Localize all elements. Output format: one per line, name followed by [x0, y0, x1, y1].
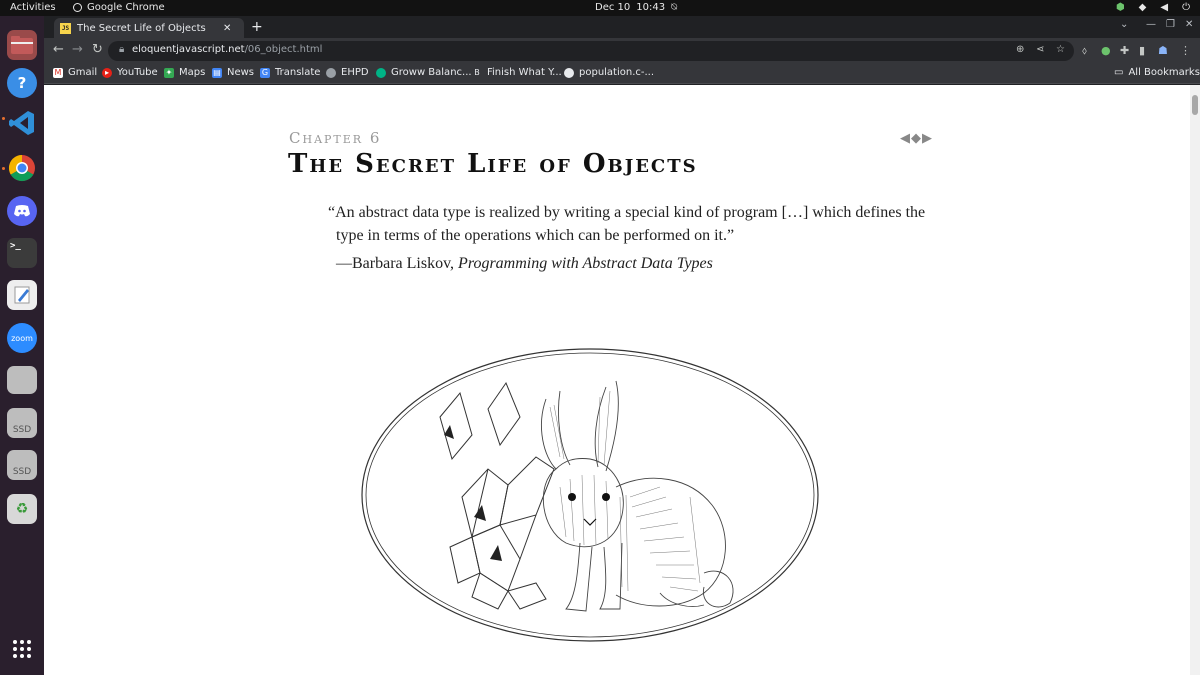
- discord-icon[interactable]: [7, 196, 37, 226]
- ssd-icon[interactable]: SSD: [7, 450, 37, 480]
- contents-icon[interactable]: ◆: [911, 131, 922, 146]
- bookmark-population[interactable]: population.c-...: [564, 67, 654, 78]
- browser-toolbar: ← → ↻ 🔒︎ eloquentjavascript.net/06_objec…: [44, 38, 1200, 64]
- power-icon[interactable]: ⏻: [1182, 2, 1190, 13]
- prev-chapter-icon[interactable]: ◀: [900, 131, 911, 146]
- ssd-icon[interactable]: SSD: [7, 408, 37, 438]
- shield-icon[interactable]: ⬢: [1116, 2, 1125, 13]
- clock-date: Dec 10: [595, 2, 631, 13]
- extension-icon[interactable]: ⬨: [1082, 44, 1087, 58]
- chapter-label: Chapter 6: [289, 129, 382, 147]
- all-bookmarks[interactable]: ▭ All Bookmarks: [1114, 67, 1200, 78]
- tab-favicon: JS: [60, 22, 71, 34]
- bookmark-maps[interactable]: ✦ Maps: [164, 67, 205, 78]
- files-icon[interactable]: [7, 30, 37, 60]
- news-icon: ▤: [212, 67, 222, 78]
- rabbit-illustration: [361, 348, 819, 642]
- terminal-icon[interactable]: >_: [7, 238, 37, 268]
- chrome-icon[interactable]: [7, 153, 37, 183]
- epigraph-quote: “An abstract data type is realized by wr…: [328, 204, 926, 244]
- globe-icon: [326, 67, 336, 78]
- next-chapter-icon[interactable]: ▶: [922, 131, 933, 146]
- maps-icon: ✦: [164, 67, 174, 78]
- new-tab-button[interactable]: +: [251, 19, 263, 35]
- translate-icon: G: [260, 67, 270, 78]
- chrome-app-icon: [73, 3, 82, 12]
- epigraph-attribution: —Barbara Liskov, Programming with Abstra…: [336, 255, 713, 272]
- tab-strip: JS The Secret Life of Objects ✕ + ⌄ — ❐ …: [44, 16, 1200, 38]
- youtube-icon: ▸: [102, 67, 112, 78]
- tab-title: The Secret Life of Objects: [77, 22, 206, 34]
- back-icon[interactable]: ←: [53, 42, 64, 57]
- minimize-icon[interactable]: —: [1146, 19, 1156, 30]
- volume-icon[interactable]: ◀: [1160, 2, 1168, 13]
- bookmarks-bar: M Gmail ▸ YouTube ✦ Maps ▤ News G Translate E…: [44, 64, 1200, 84]
- app-menu[interactable]: Google Chrome: [73, 2, 165, 13]
- tab-active[interactable]: JS The Secret Life of Objects ✕: [54, 18, 244, 38]
- clock[interactable]: Dec 10 10:43 ⍉: [595, 2, 677, 13]
- bookmark-ehpd[interactable]: EHPD: [326, 67, 369, 78]
- letter-b-icon: B: [474, 67, 480, 77]
- extension-green-icon[interactable]: ●: [1101, 44, 1111, 57]
- forward-icon[interactable]: →: [72, 42, 83, 57]
- page-title: The Secret Life of Objects: [288, 149, 698, 179]
- profile-avatar-icon[interactable]: ☗: [1158, 44, 1168, 57]
- bookmark-finish[interactable]: B Finish What Y...: [472, 67, 561, 78]
- page-scrollbar[interactable]: [1190, 85, 1200, 675]
- notifications-muted-icon: ⍉: [671, 2, 678, 13]
- chapter-pager[interactable]: ◀◆▶: [900, 131, 933, 146]
- bookmark-gmail[interactable]: M Gmail: [53, 67, 97, 78]
- bookmark-news[interactable]: ▤ News: [212, 67, 254, 78]
- scrollbar-thumb[interactable]: [1192, 95, 1198, 115]
- lock-icon[interactable]: 🔒︎: [119, 44, 124, 55]
- github-icon: [564, 67, 574, 78]
- chrome-window: JS The Secret Life of Objects ✕ + ⌄ — ❐ …: [44, 16, 1200, 675]
- storage-icon[interactable]: [7, 366, 37, 394]
- wifi-icon[interactable]: ◆: [1139, 2, 1147, 13]
- app-name: Google Chrome: [87, 2, 165, 13]
- help-icon[interactable]: ?: [7, 68, 37, 98]
- dock: ? >_ zoom SSD SSD ♻: [0, 16, 44, 675]
- extensions-puzzle-icon[interactable]: ✚: [1120, 44, 1129, 57]
- activities-button[interactable]: Activities: [10, 2, 56, 13]
- page-content: Chapter 6 ◀◆▶ The Secret Life of Objects…: [44, 85, 1190, 675]
- url-text: eloquentjavascript.net/06_object.html: [132, 44, 323, 55]
- folder-icon: ▭: [1114, 67, 1124, 78]
- close-window-icon[interactable]: ✕: [1185, 19, 1193, 30]
- reload-icon[interactable]: ↻: [92, 42, 103, 57]
- text-editor-icon[interactable]: [7, 280, 37, 310]
- bookmark-star-icon[interactable]: ☆: [1056, 44, 1065, 55]
- system-top-bar: Activities Google Chrome Dec 10 10:43 ⍉ …: [0, 0, 1200, 16]
- restore-icon[interactable]: ❐: [1166, 19, 1175, 30]
- bookmark-groww[interactable]: Groww Balanc...: [376, 67, 472, 78]
- address-bar[interactable]: 🔒︎ eloquentjavascript.net/06_object.html…: [108, 41, 1074, 61]
- tab-close-icon[interactable]: ✕: [223, 23, 231, 34]
- bookmark-youtube[interactable]: ▸ YouTube: [102, 67, 158, 78]
- side-panel-icon[interactable]: ▮: [1139, 44, 1145, 57]
- vscode-icon[interactable]: [7, 108, 37, 138]
- zoom-lens-icon[interactable]: ⊕: [1016, 44, 1024, 55]
- clock-time: 10:43: [636, 2, 666, 13]
- system-tray[interactable]: ⬢ ◆ ◀ ⏻: [1116, 2, 1190, 13]
- share-icon[interactable]: ⋖: [1036, 44, 1044, 55]
- trash-icon[interactable]: ♻: [7, 494, 37, 524]
- gmail-icon: M: [53, 67, 63, 78]
- bookmark-translate[interactable]: G Translate: [260, 67, 320, 78]
- groww-icon: [376, 67, 386, 78]
- tab-search-icon[interactable]: ⌄: [1120, 19, 1128, 30]
- app-grid-icon[interactable]: [7, 634, 37, 664]
- attribution-work: Programming with Abstract Data Types: [458, 255, 713, 272]
- zoom-icon[interactable]: zoom: [7, 323, 37, 353]
- more-menu-icon[interactable]: ⋮: [1180, 44, 1191, 57]
